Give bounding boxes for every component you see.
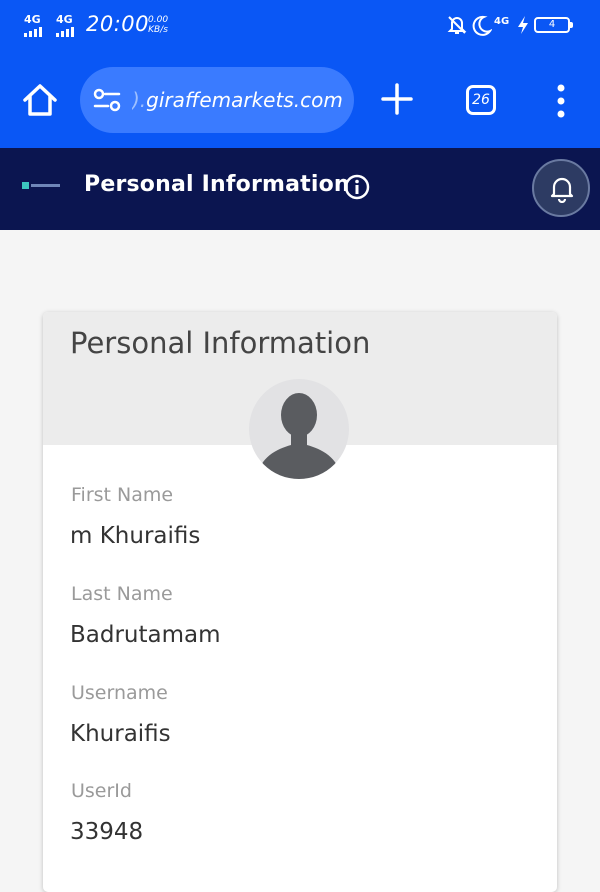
tabs-button[interactable]: 26: [466, 85, 496, 115]
logo[interactable]: [22, 181, 60, 191]
last-name-value: Badrutamam: [70, 622, 221, 648]
moon-icon: [472, 15, 492, 36]
clock: 20:00: [86, 12, 150, 36]
battery-icon: 4: [534, 17, 573, 33]
site-settings-icon[interactable]: [92, 87, 122, 113]
status-bar: 4G 4G 20:00 0.00 KB/s 4G 4: [0, 0, 600, 54]
speed-unit: KB/s: [148, 25, 168, 35]
network-type: 4G: [494, 16, 510, 27]
signal-label-2: 4G: [56, 13, 73, 26]
signal-indicator-1: 4G: [24, 14, 42, 37]
network-speed: 0.00 KB/s: [148, 15, 168, 35]
mute-icon: [447, 16, 467, 34]
page-title: Personal Information: [84, 172, 350, 197]
signal-indicator-2: 4G: [56, 14, 74, 37]
bell-icon: [550, 177, 574, 203]
username-value: Khuraifis: [70, 721, 171, 747]
url-text[interactable]: ).giraffemarkets.com: [132, 87, 346, 113]
card-title: Personal Information: [70, 326, 371, 360]
address-bar[interactable]: ).giraffemarkets.com: [80, 67, 354, 133]
personal-info-card: Personal Information First Name m Khurai…: [43, 312, 557, 892]
first-name-value: m Khuraifis: [70, 523, 201, 549]
info-icon[interactable]: [344, 174, 370, 200]
url-prefix: ).: [132, 88, 147, 112]
last-name-label: Last Name: [71, 583, 173, 605]
avatar: [249, 379, 349, 479]
userid-label: UserId: [71, 780, 132, 802]
signal-icon: [56, 27, 74, 37]
first-name-label: First Name: [71, 484, 174, 506]
more-icon[interactable]: [554, 84, 568, 118]
userid-value: 33948: [70, 819, 144, 845]
url-domain: giraffemarkets.com: [146, 88, 343, 112]
browser-chrome: 4G 4G 20:00 0.00 KB/s 4G 4).giraffemark…: [0, 0, 600, 148]
signal-icon: [24, 27, 42, 37]
signal-label-1: 4G: [24, 13, 41, 26]
browser-toolbar: ).giraffemarkets.com 26: [0, 54, 600, 148]
charging-icon: [518, 16, 528, 34]
notifications-button[interactable]: [532, 159, 590, 217]
plus-icon[interactable]: [380, 82, 414, 116]
username-label: Username: [71, 682, 168, 704]
speed-value: 0.00: [148, 15, 169, 25]
home-icon[interactable]: [20, 80, 60, 120]
